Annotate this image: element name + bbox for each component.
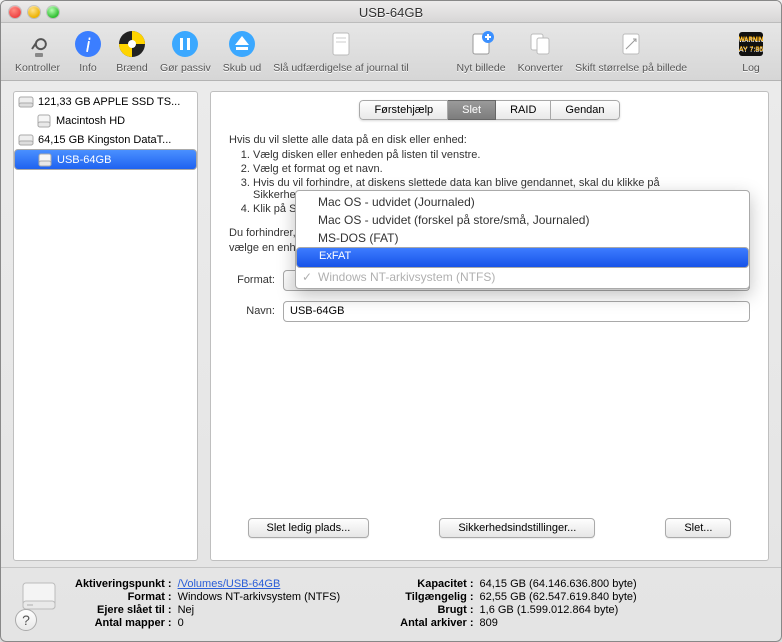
passiv-icon bbox=[169, 28, 201, 60]
format-row: Format: Mac OS - udvidet (Journaled)Mac … bbox=[229, 270, 750, 291]
volume-icon bbox=[36, 113, 52, 129]
toolbar-label: Skub ud bbox=[223, 62, 262, 74]
info-icon: i bbox=[72, 28, 104, 60]
tab-bar: FørstehjælpSletRAIDGendan bbox=[211, 92, 768, 120]
volume-item[interactable]: USB-64GB bbox=[14, 149, 197, 170]
instruction-step: Vælg disken eller enheden på listen til … bbox=[253, 148, 750, 162]
info-key: Antal mapper : bbox=[75, 617, 172, 629]
info-key: Aktiveringspunkt : bbox=[75, 578, 172, 590]
info-value: 809 bbox=[480, 617, 637, 629]
button-row: Slet ledig plads... Sikkerhedsindstillin… bbox=[229, 506, 750, 548]
info-value: 0 bbox=[178, 617, 341, 629]
toolbar: Kontroller i Info Brænd Gør passiv Skub ud Slå… bbox=[1, 23, 781, 81]
info-value: Nej bbox=[178, 604, 341, 616]
info-key: Ejere slået til : bbox=[75, 604, 172, 616]
item-label: Macintosh HD bbox=[56, 115, 125, 127]
toolbar-nyt-button[interactable]: Nyt billede bbox=[451, 26, 512, 76]
help-button[interactable]: ? bbox=[15, 609, 37, 631]
info-key: Antal arkiver : bbox=[400, 617, 473, 629]
disk-item[interactable]: 64,15 GB Kingston DataT... bbox=[14, 130, 197, 149]
window-title: USB-64GB bbox=[1, 3, 781, 20]
close-button[interactable] bbox=[9, 6, 21, 18]
toolbar-label: Log bbox=[742, 62, 760, 74]
toolbar-label: Kontroller bbox=[15, 62, 60, 74]
info-value: Windows NT-arkivsystem (NTFS) bbox=[178, 591, 341, 603]
minimize-button[interactable] bbox=[28, 6, 40, 18]
toolbar-log-button[interactable]: WARNIN AY 7:86 Log bbox=[729, 26, 773, 76]
instruction-step: Vælg et format og et navn. bbox=[253, 162, 750, 176]
toolbar-label: Nyt billede bbox=[457, 62, 506, 74]
instructions-intro: Hvis du vil slette alle data på en disk … bbox=[229, 134, 750, 146]
disk-item[interactable]: 121,33 GB APPLE SSD TS... bbox=[14, 92, 197, 111]
zoom-button[interactable] bbox=[47, 6, 59, 18]
format-dropdown-menu: Mac OS - udvidet (Journaled)Mac OS - udv… bbox=[295, 190, 750, 289]
traffic-lights bbox=[9, 6, 59, 18]
toolbar-info-button[interactable]: i Info bbox=[66, 26, 110, 76]
toolbar-resize-button[interactable]: Skift størrelse på billede bbox=[569, 26, 693, 76]
info-value[interactable]: /Volumes/USB-64GB bbox=[178, 578, 341, 590]
erase-free-space-button[interactable]: Slet ledig plads... bbox=[248, 518, 370, 538]
toolbar-passiv-button[interactable]: Gør passiv bbox=[154, 26, 217, 76]
tab-raid[interactable]: RAID bbox=[496, 100, 551, 120]
info-key: Kapacitet : bbox=[400, 578, 473, 590]
item-label: USB-64GB bbox=[57, 154, 111, 166]
toolbar-braend-button[interactable]: Brænd bbox=[110, 26, 154, 76]
log-icon: WARNIN AY 7:86 bbox=[735, 28, 767, 60]
toolbar-konverter-button[interactable]: Konverter bbox=[512, 26, 570, 76]
format-option[interactable]: Mac OS - udvidet (Journaled) bbox=[296, 193, 749, 211]
volume-icon bbox=[37, 152, 53, 168]
nyt-icon bbox=[465, 28, 497, 60]
erase-button[interactable]: Slet... bbox=[665, 518, 731, 538]
konverter-icon bbox=[524, 28, 556, 60]
tab-slet[interactable]: Slet bbox=[448, 100, 496, 120]
kontroller-icon bbox=[21, 28, 53, 60]
tab-førstehjælp[interactable]: Førstehjælp bbox=[359, 100, 448, 120]
format-option[interactable]: ExFAT bbox=[296, 247, 749, 268]
toolbar-skub-button[interactable]: Skub ud bbox=[217, 26, 268, 76]
content-pane: FørstehjælpSletRAIDGendan Hvis du vil sl… bbox=[210, 91, 769, 561]
format-option[interactable]: MS-DOS (FAT) bbox=[296, 229, 749, 247]
device-sidebar: 121,33 GB APPLE SSD TS... Macintosh HD 64,… bbox=[13, 91, 198, 561]
format-option: Windows NT-arkivsystem (NTFS) bbox=[296, 268, 749, 286]
name-row: Navn: bbox=[229, 301, 750, 322]
disk-icon bbox=[18, 94, 34, 110]
item-label: 64,15 GB Kingston DataT... bbox=[38, 134, 171, 146]
erase-panel: Hvis du vil slette alle data på en disk … bbox=[211, 120, 768, 560]
info-value: 64,15 GB (64.146.636.800 byte) bbox=[480, 578, 637, 590]
app-window: USB-64GB Kontroller i Info Brænd Gør passiv S… bbox=[0, 0, 782, 642]
name-input[interactable] bbox=[283, 301, 750, 322]
toolbar-label: Info bbox=[79, 62, 97, 74]
toolbar-label: Gør passiv bbox=[160, 62, 211, 74]
info-key: Brugt : bbox=[400, 604, 473, 616]
toolbar-journal-button[interactable]: Slå udfærdigelse af journal til bbox=[267, 26, 414, 76]
info-key: Tilgængelig : bbox=[400, 591, 473, 603]
journal-icon bbox=[325, 28, 357, 60]
info-value: 62,55 GB (62.547.619.840 byte) bbox=[480, 591, 637, 603]
toolbar-kontroller-button[interactable]: Kontroller bbox=[9, 26, 66, 76]
window-body: 121,33 GB APPLE SSD TS... Macintosh HD 64,… bbox=[1, 81, 781, 641]
info-value: 1,6 GB (1.599.012.864 byte) bbox=[480, 604, 637, 616]
toolbar-label: Slå udfærdigelse af journal til bbox=[273, 62, 408, 74]
tab-gendan[interactable]: Gendan bbox=[551, 100, 619, 120]
format-option[interactable]: Mac OS - udvidet (forskel på store/små, … bbox=[296, 211, 749, 229]
footer: Aktiveringspunkt : /Volumes/USB-64GB Forma… bbox=[1, 567, 781, 641]
title-bar: USB-64GB bbox=[1, 1, 781, 23]
info-key: Format : bbox=[75, 591, 172, 603]
format-label: Format: bbox=[229, 274, 283, 286]
toolbar-label: Konverter bbox=[518, 62, 564, 74]
resize-icon bbox=[615, 28, 647, 60]
toolbar-label: Skift størrelse på billede bbox=[575, 62, 687, 74]
disk-icon bbox=[18, 132, 34, 148]
volume-item[interactable]: Macintosh HD bbox=[14, 111, 197, 130]
skub-icon bbox=[226, 28, 258, 60]
svg-text:AY 7:86: AY 7:86 bbox=[739, 46, 763, 53]
toolbar-label: Brænd bbox=[116, 62, 148, 74]
security-options-button[interactable]: Sikkerhedsindstillinger... bbox=[439, 518, 595, 538]
name-label: Navn: bbox=[229, 305, 283, 317]
braend-icon bbox=[116, 28, 148, 60]
svg-text:WARNIN: WARNIN bbox=[739, 37, 763, 43]
item-label: 121,33 GB APPLE SSD TS... bbox=[38, 96, 180, 108]
